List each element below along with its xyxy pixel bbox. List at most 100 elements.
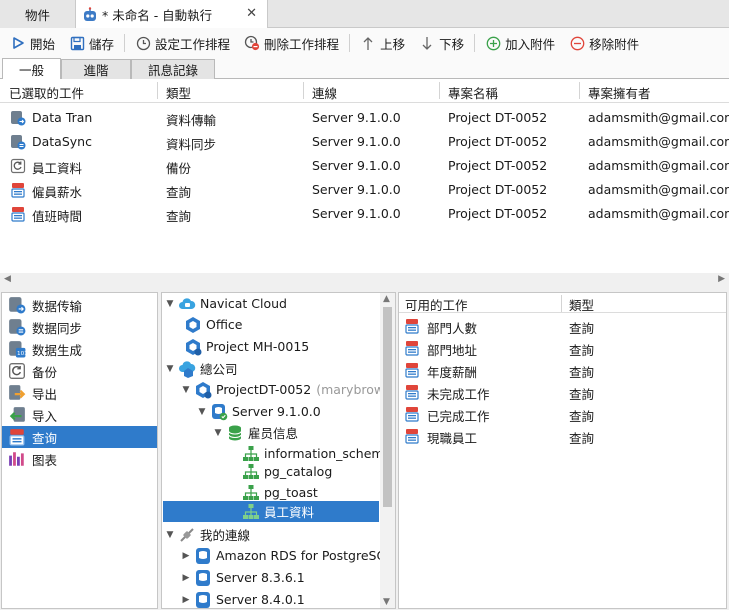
list-item-data-transfer[interactable]: 数据传输 <box>2 294 157 316</box>
job-name: 僱員薪水 <box>32 185 83 200</box>
col-header-owner[interactable]: 專案擁有者 <box>588 83 651 102</box>
toolbar-divider <box>349 34 351 52</box>
expanded-icon[interactable]: ▼ <box>164 299 176 309</box>
available-job-type: 查詢 <box>569 321 595 336</box>
tree-node-project-mh[interactable]: Project MH-0015 <box>182 336 309 357</box>
list-item[interactable]: 年度薪酬 查詢 <box>399 359 726 381</box>
tree-node-label: 員工資料 <box>264 505 315 520</box>
job-project: Project DT-0052 <box>448 206 548 221</box>
expanded-icon[interactable]: ▼ <box>164 364 176 374</box>
job-project: Project DT-0052 <box>448 182 548 197</box>
tree-node-label: 我的連線 <box>200 528 251 543</box>
start-label: 開始 <box>30 36 56 52</box>
query-icon <box>10 182 26 198</box>
schema-icon <box>242 503 260 521</box>
scroll-left-icon[interactable]: ◀ <box>4 274 11 284</box>
arrow-up-icon <box>360 35 376 51</box>
table-row[interactable]: 值班時間 查詢 Server 9.1.0.0 Project DT-0052 a… <box>0 202 729 226</box>
list-item[interactable]: 部門地址 查詢 <box>399 337 726 359</box>
expanded-icon[interactable]: ▼ <box>212 428 224 438</box>
connection-plug-icon <box>178 526 196 544</box>
import-icon <box>8 406 26 424</box>
set-schedule-button[interactable]: 設定工作排程 <box>131 31 234 55</box>
list-item-data-sync[interactable]: 数据同步 <box>2 316 157 338</box>
tree-vertical-scrollbar[interactable]: ▲ ▼ <box>380 293 395 608</box>
scroll-down-icon[interactable]: ▼ <box>383 597 390 607</box>
list-item-export[interactable]: 导出 <box>2 382 157 404</box>
tab-automation-job[interactable]: * 未命名 - 自動執行 ✕ <box>76 0 268 29</box>
tab-advanced[interactable]: 進階 <box>61 59 131 79</box>
tree-node-employee-db[interactable]: ▼ 雇员信息 <box>212 422 298 443</box>
scroll-up-icon[interactable]: ▲ <box>383 294 390 304</box>
tree-node-server-836[interactable]: ▶ Server 8.3.6.1 <box>180 567 305 588</box>
tab-message-log[interactable]: 訊息記錄 <box>131 59 215 79</box>
col-header-connection[interactable]: 連線 <box>312 83 337 102</box>
tab-general[interactable]: 一般 <box>2 58 61 79</box>
add-attachment-button[interactable]: 加入附件 <box>481 31 559 55</box>
available-job-type: 查詢 <box>569 431 595 446</box>
table-row[interactable]: 僱員薪水 查詢 Server 9.1.0.0 Project DT-0052 a… <box>0 178 729 202</box>
tree-node-my-connections[interactable]: ▼ 我的連線 <box>164 524 250 545</box>
query-icon <box>404 340 420 356</box>
remove-attachment-label: 移除附件 <box>589 36 640 52</box>
scrollbar-thumb[interactable] <box>383 307 392 507</box>
col-header-project[interactable]: 專案名稱 <box>448 83 498 102</box>
list-item-backup[interactable]: 备份 <box>2 360 157 382</box>
col-header-job[interactable]: 已選取的工件 <box>9 83 84 102</box>
horizontal-scrollbar[interactable]: ◀ ▶ <box>0 273 729 287</box>
list-item-data-generation[interactable]: 101 数据生成 <box>2 338 157 360</box>
delete-schedule-button[interactable]: 刪除工作排程 <box>240 31 343 55</box>
list-item[interactable]: 已完成工作 查詢 <box>399 403 726 425</box>
job-owner: adamsmith@gmail.com <box>588 110 729 125</box>
expanded-icon[interactable]: ▼ <box>164 530 176 540</box>
tree-node-schema-catalog[interactable]: pg_catalog <box>240 461 332 482</box>
tree-node-amazon-rds[interactable]: ▶ Amazon RDS for PostgreSQL <box>180 545 393 566</box>
list-item[interactable]: 現職員工 查詢 <box>399 425 726 447</box>
col-header-type[interactable]: 類型 <box>166 83 191 102</box>
tree-node-label: Office <box>206 317 243 332</box>
tree-node-server-840[interactable]: ▶ Server 8.4.0.1 <box>180 589 305 608</box>
remove-attachment-button[interactable]: 移除附件 <box>565 31 643 55</box>
move-up-button[interactable]: 上移 <box>356 31 409 55</box>
close-tab-icon[interactable]: ✕ <box>246 6 257 21</box>
toolbar: 開始 儲存 設定工作排程 刪除工作排程 上移 下移 加入附件 移除附件 <box>0 28 729 58</box>
tab-objects[interactable]: 物件 <box>0 0 76 28</box>
tree-node-office[interactable]: Office <box>182 314 243 335</box>
tree-node-server-910[interactable]: ▼ Server 9.1.0.0 <box>196 401 321 422</box>
tree-node-schema-toast[interactable]: pg_toast <box>240 482 318 503</box>
col-header-available-type[interactable]: 類型 <box>569 295 594 314</box>
expanded-icon[interactable]: ▼ <box>196 407 208 417</box>
col-header-available-job[interactable]: 可用的工作 <box>405 295 468 314</box>
collapsed-icon[interactable]: ▶ <box>180 573 192 583</box>
available-job-name: 已完成工作 <box>427 409 490 424</box>
move-down-button[interactable]: 下移 <box>415 31 468 55</box>
table-row[interactable]: 員工資料 備份 Server 9.1.0.0 Project DT-0052 a… <box>0 154 729 178</box>
list-item-label: 查询 <box>32 430 58 446</box>
save-button[interactable]: 儲存 <box>65 31 118 55</box>
column-divider <box>561 295 562 312</box>
start-button[interactable]: 開始 <box>6 31 59 55</box>
list-item-chart[interactable]: 图表 <box>2 448 157 470</box>
list-item[interactable]: 未完成工作 查詢 <box>399 381 726 403</box>
tree-node-navicat-cloud[interactable]: ▼ Navicat Cloud <box>164 293 287 314</box>
tree-node-head-office[interactable]: ▼ 總公司 <box>164 358 238 379</box>
data-sync-icon <box>10 134 26 150</box>
toolbar-divider <box>124 34 126 52</box>
selected-jobs-grid: 已選取的工件 類型 連線 專案名稱 專案擁有者 Data Tran 資料傳輸 S… <box>0 79 729 273</box>
data-sync-icon <box>8 318 26 336</box>
collapsed-icon[interactable]: ▶ <box>180 595 192 605</box>
backup-icon <box>8 362 26 380</box>
list-item-label: 导入 <box>32 408 58 424</box>
arrow-down-icon <box>419 35 435 51</box>
expanded-icon[interactable]: ▼ <box>180 385 192 395</box>
table-row[interactable]: Data Tran 資料傳輸 Server 9.1.0.0 Project DT… <box>0 106 729 130</box>
list-item[interactable]: 部門人數 查詢 <box>399 315 726 337</box>
list-item-query[interactable]: 查询 <box>2 426 157 448</box>
available-job-type: 查詢 <box>569 387 595 402</box>
scroll-right-icon[interactable]: ▶ <box>718 274 725 284</box>
table-row[interactable]: DataSync 資料同步 Server 9.1.0.0 Project DT-… <box>0 130 729 154</box>
tree-node-project-dt[interactable]: ▼ ProjectDT-0052 (marybrown <box>180 379 392 400</box>
tree-node-schema-employee[interactable]: 員工資料 <box>240 501 314 522</box>
list-item-import[interactable]: 导入 <box>2 404 157 426</box>
collapsed-icon[interactable]: ▶ <box>180 551 192 561</box>
